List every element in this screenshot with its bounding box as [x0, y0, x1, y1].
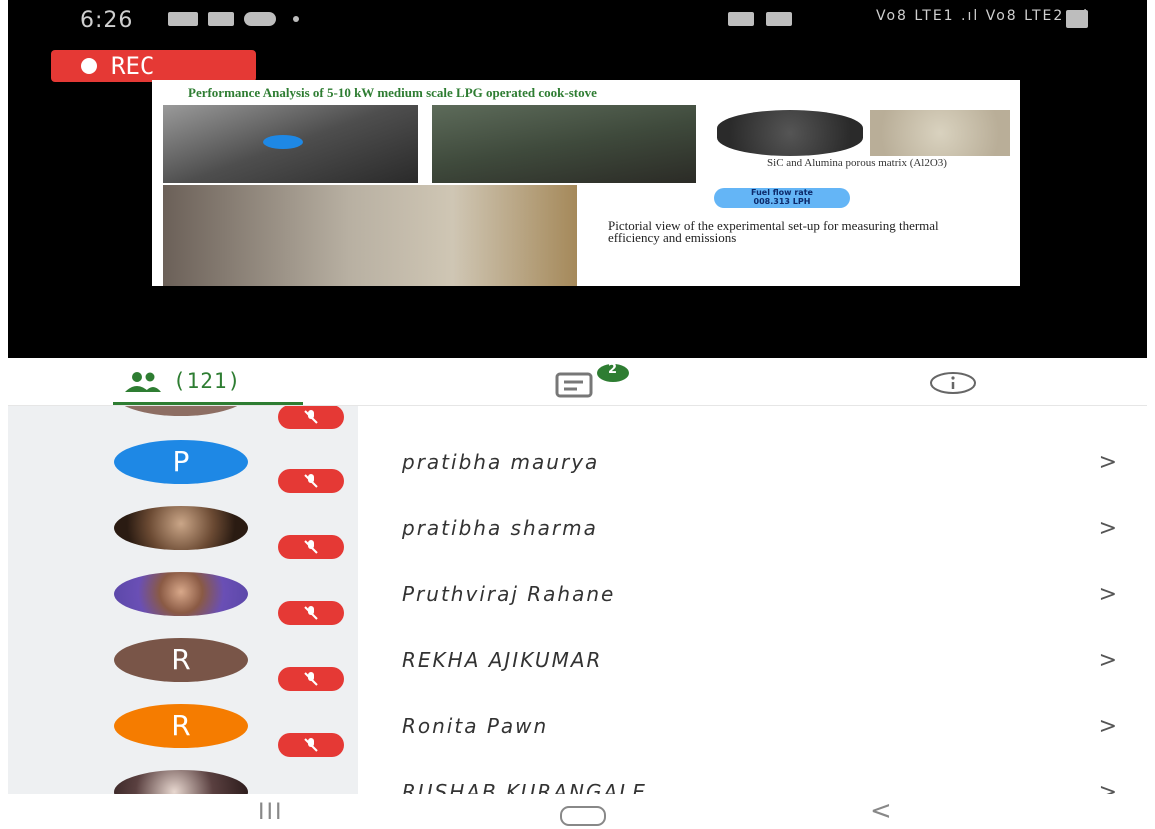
alumina-matrix-photo [870, 110, 1010, 156]
alarm-icon [728, 12, 754, 26]
shared-screen-view: 6:26 Vo8 LTE1 .ıl Vo8 LTE2 .ıl REC Perfo… [8, 0, 1147, 358]
list-item[interactable]: RUSHAB KURANGALE > [8, 770, 1147, 794]
recording-label: REC [111, 52, 155, 80]
record-dot-icon [81, 58, 97, 74]
avatar [114, 770, 248, 794]
fuel-flow-label: Fuel flow rate [751, 188, 813, 197]
mute-icon [766, 12, 792, 26]
chevron-right-icon[interactable]: > [1099, 780, 1117, 794]
presentation-slide: Performance Analysis of 5-10 kW medium s… [152, 80, 1020, 286]
chevron-right-icon[interactable]: > [1099, 516, 1117, 541]
mic-off-icon [304, 606, 318, 620]
mic-muted-indicator [278, 667, 344, 691]
mic-off-icon [304, 540, 318, 554]
mic-off-icon [304, 672, 318, 686]
list-item[interactable]: Pruthviraj Rahane > [8, 572, 1147, 638]
gallery-notification-icon [168, 12, 198, 26]
stove-pot-photo [432, 105, 696, 183]
app-notification-icon [244, 12, 276, 26]
fuel-flow-badge: Fuel flow rate 008.313 LPH [714, 188, 850, 208]
participant-name: pratibha sharma [402, 516, 598, 540]
back-button[interactable]: < [870, 796, 892, 826]
porous-matrix-caption: SiC and Alumina porous matrix (Al2O3) [767, 157, 947, 169]
info-icon [930, 372, 976, 394]
participant-name: REKHA AJIKUMAR [402, 648, 603, 672]
participant-name: pratibha maurya [402, 450, 600, 474]
list-item[interactable]: R Ronita Pawn > [8, 704, 1147, 770]
chevron-right-icon[interactable]: > [1099, 450, 1117, 475]
chat-icon [555, 364, 629, 398]
chat-unread-badge: 2 [608, 362, 618, 377]
tab-participants[interactable]: (121) [113, 358, 303, 405]
slide-title: Performance Analysis of 5-10 kW medium s… [188, 85, 597, 100]
tab-info[interactable] [928, 358, 988, 405]
mic-off-icon [304, 410, 318, 424]
stove-burner-photo [163, 105, 418, 183]
avatar: P [114, 440, 248, 484]
chevron-right-icon[interactable]: > [1099, 714, 1117, 739]
mic-muted-indicator [278, 535, 344, 559]
participant-name: Pruthviraj Rahane [402, 582, 616, 606]
battery-icon [1066, 10, 1088, 28]
flame-icon [263, 135, 303, 149]
participants-count: (121) [173, 369, 242, 393]
fuel-flow-value: 008.313 LPH [753, 197, 811, 206]
list-item[interactable]: R REKHA AJIKUMAR > [8, 638, 1147, 704]
status-time: 6:26 [80, 8, 134, 33]
tab-chat[interactable]: 2 [553, 358, 633, 405]
avatar: R [114, 704, 248, 748]
participant-name: RUSHAB KURANGALE [402, 780, 647, 794]
dot-notification-icon [293, 16, 299, 22]
image-notification-icon [208, 12, 234, 26]
status-bar: 6:26 Vo8 LTE1 .ıl Vo8 LTE2 .ıl [8, 0, 1147, 40]
system-nav-bar: III < [0, 794, 1155, 829]
recents-button[interactable]: III [258, 800, 283, 825]
avatar [114, 506, 248, 550]
experimental-setup-photo [163, 185, 577, 286]
meeting-tabs: (121) 2 [8, 358, 1147, 406]
avatar: R [114, 638, 248, 682]
list-item[interactable]: pratibha sharma > [8, 506, 1147, 572]
signal-status: Vo8 LTE1 .ıl Vo8 LTE2 .ıl [876, 8, 1089, 24]
mic-muted-indicator [278, 601, 344, 625]
participants-list[interactable]: P pratibha maurya > pratibha sharma > Pr… [8, 406, 1147, 794]
recording-badge: REC [51, 50, 256, 82]
mic-off-icon [304, 474, 318, 488]
active-tab-indicator [113, 402, 303, 405]
avatar [114, 572, 248, 616]
list-item-partial[interactable] [8, 406, 1147, 438]
list-item[interactable]: P pratibha maurya > [8, 440, 1147, 506]
avatar [114, 406, 248, 416]
chevron-right-icon[interactable]: > [1099, 648, 1117, 673]
home-button[interactable] [560, 806, 606, 826]
people-icon [125, 372, 161, 392]
mic-muted-indicator [278, 469, 344, 493]
mic-muted-indicator [278, 733, 344, 757]
mic-off-icon [304, 738, 318, 752]
setup-caption: Pictorial view of the experimental set-u… [608, 218, 939, 245]
participant-name: Ronita Pawn [402, 714, 549, 738]
sic-matrix-photo [717, 110, 863, 156]
chevron-right-icon[interactable]: > [1099, 582, 1117, 607]
mic-muted-indicator [278, 406, 344, 429]
